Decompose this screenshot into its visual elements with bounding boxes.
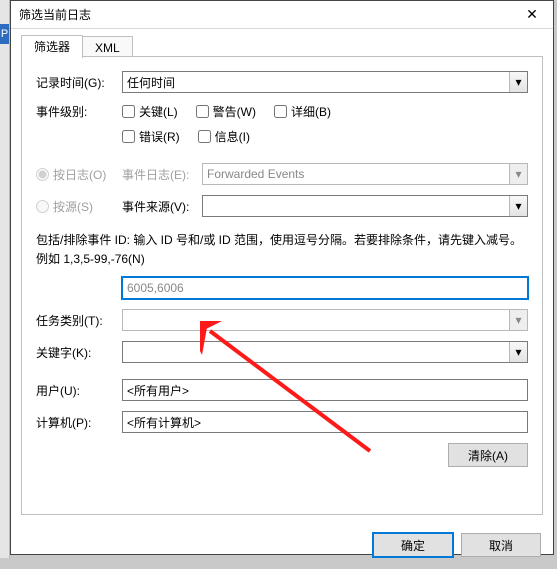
chevron-down-icon: ▾ xyxy=(509,342,527,362)
radio-by-log[interactable]: 按日志(O) xyxy=(36,166,122,183)
label-event-logs: 事件日志(E): xyxy=(122,166,202,183)
row-logged: 记录时间(G): 任何时间 ▾ xyxy=(36,71,528,93)
label-computer: 计算机(P): xyxy=(36,414,122,431)
event-logs-combo: Forwarded Events ▾ xyxy=(202,163,528,185)
background-window-sliver: P xyxy=(0,0,10,558)
chevron-down-icon: ▾ xyxy=(509,72,527,92)
label-logged: 记录时间(G): xyxy=(36,74,122,91)
check-verbose[interactable]: 详细(B) xyxy=(274,103,331,120)
chevron-down-icon: ▾ xyxy=(509,196,527,216)
logged-combo[interactable]: 任何时间 ▾ xyxy=(122,71,528,93)
check-critical[interactable]: 关键(L) xyxy=(122,103,178,120)
radio-by-source[interactable]: 按源(S) xyxy=(36,198,122,215)
titlebar: 筛选当前日志 ✕ xyxy=(11,1,553,29)
task-category-combo: ▾ xyxy=(122,309,528,331)
dialog-body: 筛选器 XML 记录时间(G): 任何时间 ▾ 事件级别: 关键(L xyxy=(11,29,553,523)
label-level: 事件级别: xyxy=(36,103,122,120)
level-checks-row2: 错误(R) 信息(I) xyxy=(122,128,528,145)
background-fragment: P xyxy=(0,24,9,44)
label-event-sources: 事件来源(V): xyxy=(122,198,202,215)
check-warning[interactable]: 警告(W) xyxy=(196,103,256,120)
check-info[interactable]: 信息(I) xyxy=(198,128,250,145)
check-error[interactable]: 错误(R) xyxy=(122,128,180,145)
label-keywords: 关键字(K): xyxy=(36,344,122,361)
event-logs-value: Forwarded Events xyxy=(207,167,509,181)
user-input[interactable] xyxy=(122,379,528,401)
clear-button[interactable]: 清除(A) xyxy=(448,443,528,467)
filter-panel: 记录时间(G): 任何时间 ▾ 事件级别: 关键(L) 警告(W) 详细(B) xyxy=(21,57,543,515)
ok-button[interactable]: 确定 xyxy=(373,533,453,557)
event-id-note: 包括/排除事件 ID: 输入 ID 号和/或 ID 范围，使用逗号分隔。若要排除… xyxy=(36,231,528,269)
cancel-button[interactable]: 取消 xyxy=(461,533,541,557)
level-checks-row1: 关键(L) 警告(W) 详细(B) xyxy=(122,103,528,120)
dialog-footer: 确定 取消 xyxy=(11,523,553,569)
tab-xml[interactable]: XML xyxy=(82,36,133,57)
computer-input[interactable] xyxy=(122,411,528,433)
event-sources-combo[interactable]: ▾ xyxy=(202,195,528,217)
close-icon: ✕ xyxy=(526,6,538,23)
filter-dialog: 筛选当前日志 ✕ 筛选器 XML 记录时间(G): 任何时间 ▾ xyxy=(10,0,554,555)
chevron-down-icon: ▾ xyxy=(509,164,527,184)
event-id-input[interactable] xyxy=(122,277,528,299)
window-title: 筛选当前日志 xyxy=(19,6,91,23)
label-user: 用户(U): xyxy=(36,382,122,399)
logged-value: 任何时间 xyxy=(127,74,509,91)
keywords-combo[interactable]: ▾ xyxy=(122,341,528,363)
label-task-category: 任务类别(T): xyxy=(36,312,122,329)
chevron-down-icon: ▾ xyxy=(509,310,527,330)
tab-filter[interactable]: 筛选器 xyxy=(21,35,83,58)
close-button[interactable]: ✕ xyxy=(511,1,553,28)
tab-strip: 筛选器 XML xyxy=(21,35,543,57)
